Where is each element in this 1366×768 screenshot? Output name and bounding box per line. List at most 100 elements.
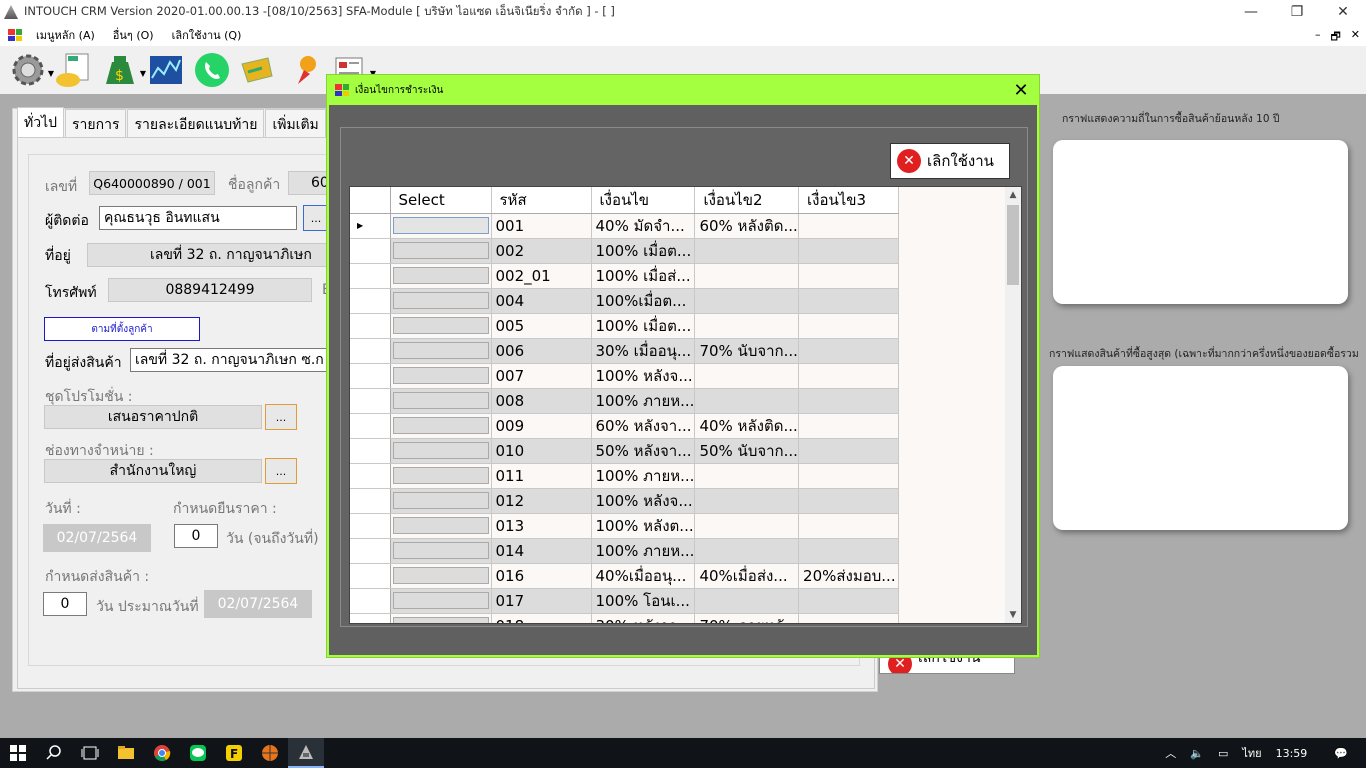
app-f-icon[interactable]: F (216, 738, 252, 768)
column-header-condition2[interactable]: เงื่อนไข2 (694, 187, 800, 214)
condition-cell[interactable]: 30% หลังจา... (591, 613, 696, 623)
row-header[interactable] (350, 363, 391, 389)
gear-icon[interactable]: ▼ (8, 50, 54, 90)
code-cell[interactable]: 001 (491, 213, 592, 239)
maximize-button[interactable]: ❐ (1274, 0, 1320, 24)
condition-cell[interactable] (798, 263, 900, 289)
dialog-cancel-button[interactable]: ✕ เลิกใช้งาน (890, 143, 1010, 179)
select-button[interactable] (392, 467, 489, 484)
condition-cell[interactable] (798, 588, 900, 614)
condition-cell[interactable] (798, 238, 900, 264)
select-button[interactable] (392, 242, 489, 259)
file-explorer-icon[interactable] (108, 738, 144, 768)
condition-cell[interactable] (798, 488, 900, 514)
search-icon[interactable] (36, 738, 72, 768)
condition-cell[interactable]: 100% เมื่อต... (591, 313, 696, 339)
select-cell[interactable] (390, 563, 492, 589)
row-header[interactable] (350, 588, 391, 614)
scroll-up-icon[interactable]: ▲ (1005, 187, 1021, 203)
row-header[interactable] (350, 288, 391, 314)
column-header-condition1[interactable]: เงื่อนไข (591, 187, 696, 214)
condition-cell[interactable]: 100% โอนเ... (591, 588, 696, 614)
select-button[interactable] (392, 392, 489, 409)
mdi-minimize-button[interactable]: – (1315, 28, 1321, 47)
condition-cell[interactable] (798, 413, 900, 439)
mdi-close-button[interactable]: ✕ (1351, 28, 1360, 47)
condition-cell[interactable] (798, 613, 900, 623)
tab-general[interactable]: ทั่วไป (17, 107, 65, 137)
condition-cell[interactable]: 100% ภายห... (591, 388, 696, 414)
row-header[interactable] (350, 238, 391, 264)
code-cell[interactable]: 016 (491, 563, 592, 589)
row-header[interactable] (350, 313, 391, 339)
condition-cell[interactable]: 20%ส่งมอบ... (798, 563, 900, 589)
intouch-crm-taskbar-icon[interactable] (288, 738, 324, 768)
table-row[interactable]: 006 30% เมื่ออนุ... 70% นับจาก... (350, 338, 900, 364)
condition-cell[interactable] (798, 313, 900, 339)
code-cell[interactable]: 002_01 (491, 263, 592, 289)
ship-days-input[interactable]: 0 (43, 592, 87, 616)
column-header-condition3[interactable]: เงื่อนไข3 (798, 187, 900, 214)
condition-cell[interactable] (694, 263, 800, 289)
code-cell[interactable]: 010 (491, 438, 592, 464)
condition-cell[interactable]: 70% ภายหลั... (694, 613, 800, 623)
condition-cell[interactable]: 100% ภายห... (591, 463, 696, 489)
select-button[interactable] (392, 492, 489, 509)
condition-cell[interactable] (694, 488, 800, 514)
menu-main[interactable]: เมนูหลัก (A) (30, 26, 107, 44)
condition-cell[interactable] (798, 438, 900, 464)
table-row[interactable]: 017 100% โอนเ... (350, 588, 900, 614)
select-cell[interactable] (390, 463, 492, 489)
tab-attachment-details[interactable]: รายละเอียดแนบท้าย (127, 109, 265, 137)
mdi-restore-button[interactable]: 🗗 (1330, 28, 1340, 47)
row-header[interactable]: ▶ (350, 213, 391, 239)
pin-icon[interactable] (284, 50, 324, 90)
code-cell[interactable]: 007 (491, 363, 592, 389)
select-button[interactable] (392, 567, 489, 584)
code-cell[interactable]: 013 (491, 513, 592, 539)
select-button[interactable] (392, 517, 489, 534)
condition-cell[interactable]: 40%เมื่อส่ง... (694, 563, 800, 589)
condition-cell[interactable]: 60% หลังติด... (694, 213, 800, 239)
chart-icon[interactable] (146, 50, 186, 90)
date-field[interactable]: 02/07/2564 (43, 524, 151, 552)
condition-cell[interactable] (798, 288, 900, 314)
task-view-icon[interactable] (72, 738, 108, 768)
column-header-code[interactable]: รหัส (491, 187, 592, 214)
code-cell[interactable]: 008 (491, 388, 592, 414)
select-cell[interactable] (390, 238, 492, 264)
condition-cell[interactable]: 100% หลังต... (591, 513, 696, 539)
code-cell[interactable]: 009 (491, 413, 592, 439)
table-row[interactable]: 002_01 100% เมื่อส่... (350, 263, 900, 289)
table-row[interactable]: 009 60% หลังจา... 40% หลังติด... (350, 413, 900, 439)
table-row[interactable]: 01830% หลังจา...70% ภายหลั... (350, 613, 900, 623)
condition-cell[interactable] (798, 363, 900, 389)
table-row[interactable]: 013 100% หลังต... (350, 513, 900, 539)
condition-cell[interactable] (694, 513, 800, 539)
select-button[interactable] (392, 267, 489, 284)
tab-more[interactable]: เพิ่มเติม (265, 109, 326, 137)
customer-address-button[interactable]: ตามที่ตั้งลูกค้า (44, 317, 200, 341)
condition-cell[interactable]: 100% หลังจ... (591, 488, 696, 514)
select-button[interactable] (392, 442, 489, 459)
code-cell[interactable]: 006 (491, 338, 592, 364)
condition-cell[interactable] (694, 363, 800, 389)
select-cell[interactable] (390, 263, 492, 289)
select-button[interactable] (392, 217, 489, 234)
chrome-icon[interactable] (144, 738, 180, 768)
condition-cell[interactable] (798, 538, 900, 564)
volume-icon[interactable]: 🔈 (1190, 747, 1204, 760)
condition-cell[interactable] (694, 288, 800, 314)
select-cell[interactable] (390, 288, 492, 314)
menu-quit[interactable]: เลิกใช้งาน (Q) (166, 26, 254, 44)
grid-vertical-scrollbar[interactable]: ▲ ▼ (1005, 187, 1021, 623)
code-cell[interactable]: 012 (491, 488, 592, 514)
code-cell[interactable]: 004 (491, 288, 592, 314)
table-row[interactable]: ▶ 001 40% มัดจำ... 60% หลังติด... (350, 213, 900, 239)
condition-cell[interactable]: 100% ภายห... (591, 538, 696, 564)
minimize-button[interactable]: — (1228, 0, 1274, 24)
condition-cell[interactable]: 40% หลังติด... (694, 413, 800, 439)
table-row[interactable]: 016 40%เมื่ออนุ... 40%เมื่อส่ง... 20%ส่งมอบ… (350, 563, 900, 589)
table-row[interactable]: 004 100%เมื่อต... (350, 288, 900, 314)
windows-start-icon[interactable] (0, 738, 36, 768)
